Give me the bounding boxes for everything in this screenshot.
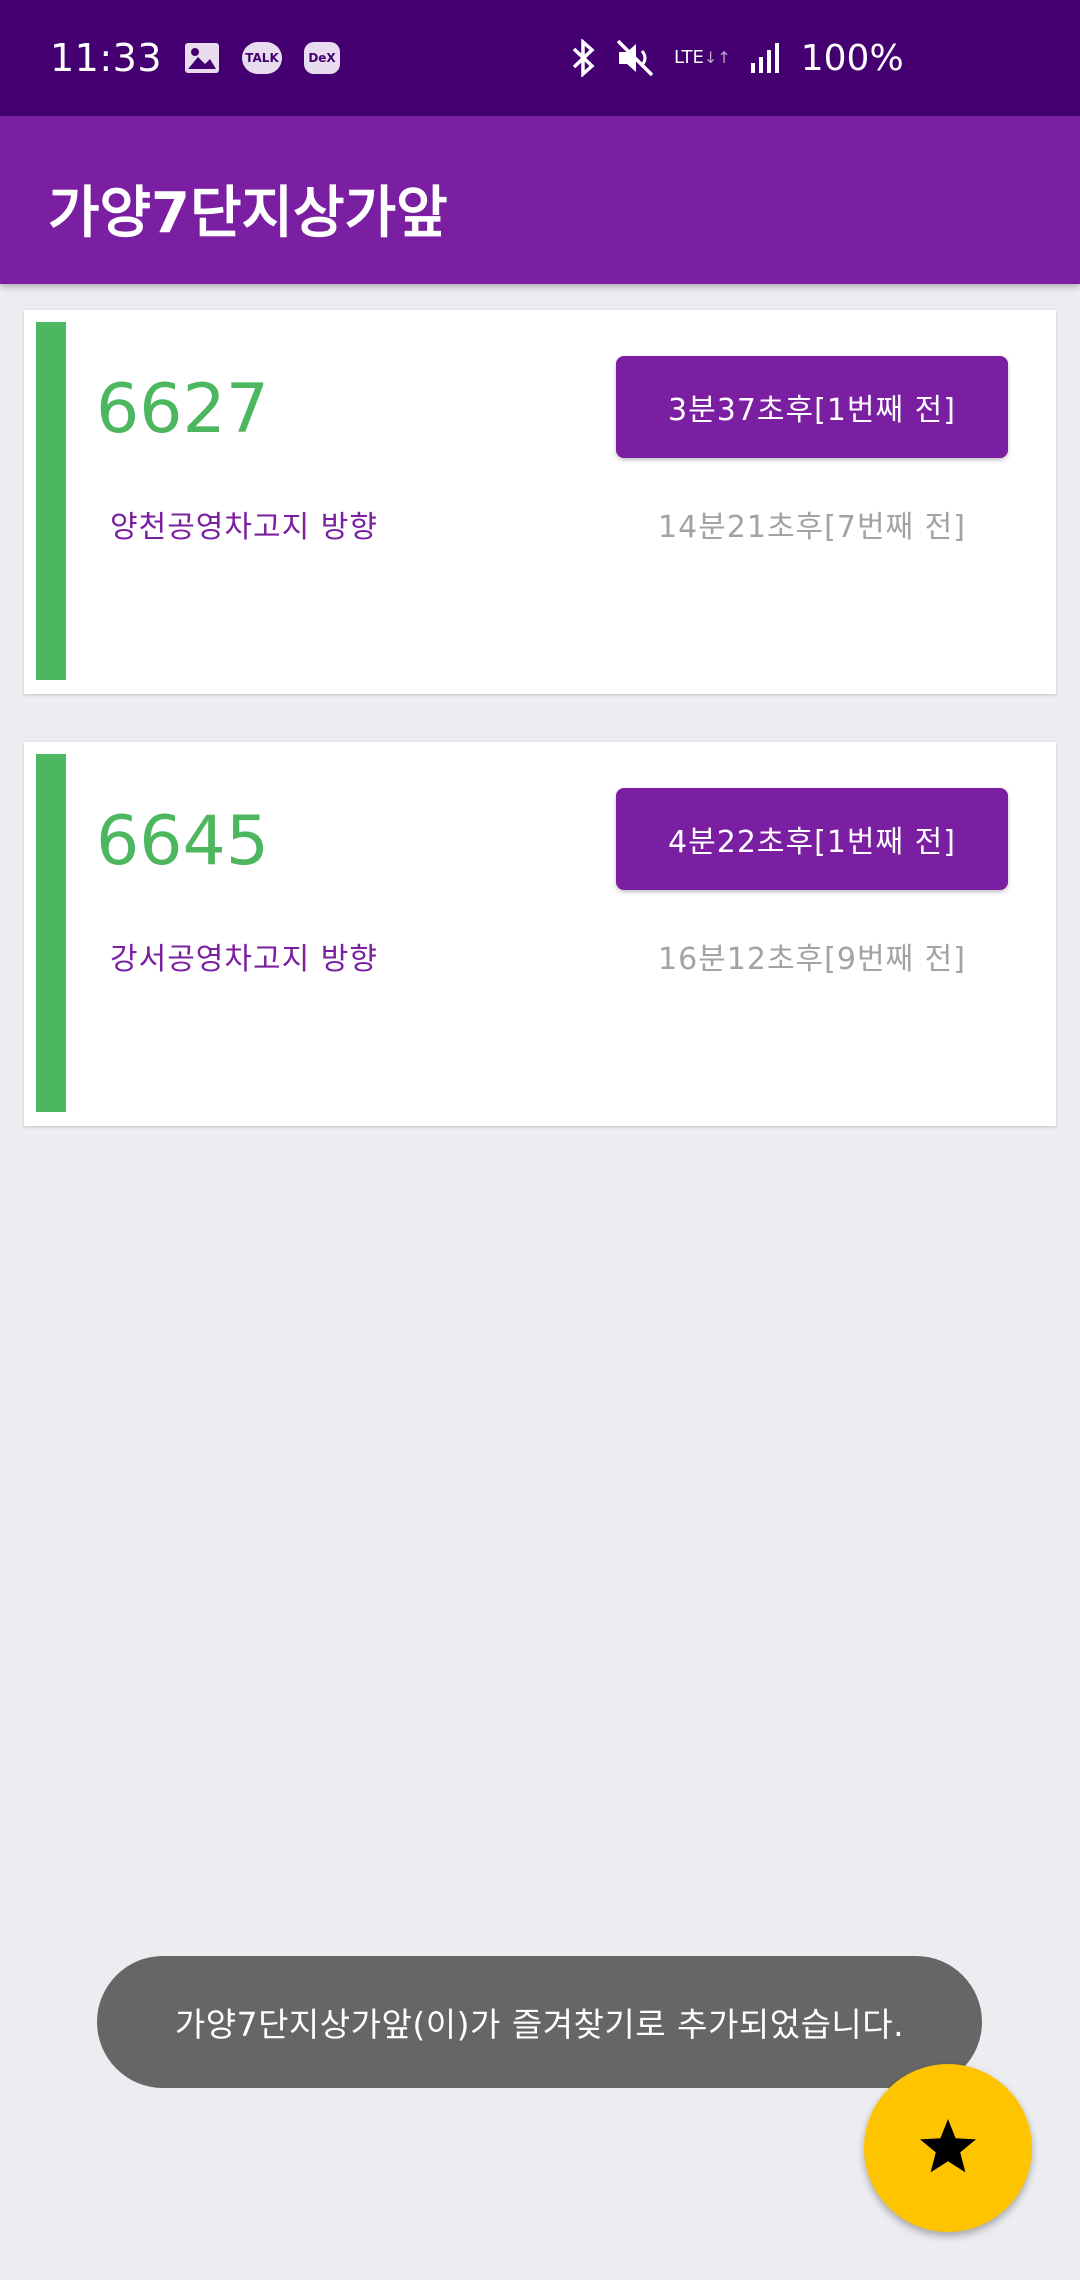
status-bar: 11:33 TALK DeX LTE ↓↑ 100% [0, 0, 1080, 116]
mute-icon [616, 39, 656, 77]
second-arrival-time: 14분21초후[7번째 전] [658, 510, 966, 545]
route-number: 6627 [96, 370, 270, 449]
battery-level: 100% [800, 37, 904, 79]
card-accent-bar [36, 754, 66, 1112]
favorite-button[interactable] [864, 2064, 1032, 2232]
app-bar: 가양7단지상가앞 [0, 116, 1080, 284]
second-arrival-time: 16분12초후[9번째 전] [658, 942, 966, 977]
kakaotalk-icon: TALK [242, 42, 283, 74]
star-icon [918, 2117, 978, 2179]
network-label: LTE [674, 47, 704, 68]
arrival-card[interactable]: 6627 양천공영차고지 방향 3분37초후[1번째 전] 14분21초후[7번… [24, 310, 1056, 694]
route-direction: 강서공영차고지 방향 [110, 942, 378, 977]
signal-icon [749, 41, 783, 75]
status-time: 11:33 [50, 36, 163, 80]
arrival-card[interactable]: 6645 강서공영차고지 방향 4분22초후[1번째 전] 16분12초후[9번… [24, 742, 1056, 1126]
toast-message: 가양7단지상가앞(이)가 즐겨찾기로 추가되었습니다. [97, 1956, 982, 2088]
first-arrival-button[interactable]: 3분37초후[1번째 전] [616, 356, 1008, 458]
first-arrival-button[interactable]: 4분22초후[1번째 전] [616, 788, 1008, 890]
gallery-icon [184, 42, 220, 74]
lte-icon: LTE ↓↑ [674, 49, 731, 67]
route-number: 6645 [96, 802, 270, 881]
status-right: LTE ↓↑ 100% [570, 0, 904, 116]
data-arrows-icon: ↓↑ [703, 48, 731, 67]
route-direction: 양천공영차고지 방향 [110, 510, 378, 545]
bluetooth-icon [570, 39, 598, 77]
page-title: 가양7단지상가앞 [48, 181, 448, 246]
status-left: 11:33 TALK DeX [50, 36, 341, 80]
card-accent-bar [36, 322, 66, 680]
dex-icon: DeX [304, 42, 341, 74]
